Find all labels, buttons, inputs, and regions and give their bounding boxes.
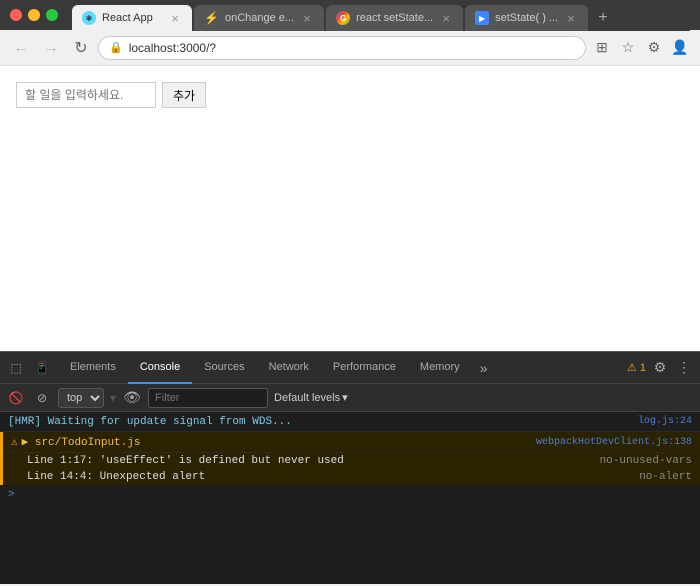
todo-add-button[interactable]: 추가 — [162, 82, 206, 108]
page-content: 추가 — [0, 66, 700, 351]
devtools-device-button[interactable]: 📱 — [30, 356, 54, 380]
console-warning-block: ⚠ ▶ src/TodoInput.js webpackHotDevClient… — [0, 432, 700, 485]
react-tab-icon: ⚛ — [82, 11, 96, 25]
warning-line2-text: Line 14:4: Unexpected alert — [27, 471, 205, 483]
video-tab-icon: ▶ — [475, 11, 489, 25]
console-live-expressions-button[interactable]: 👁 — [122, 388, 142, 408]
bookmark-button[interactable]: ☆ — [616, 36, 640, 60]
warning-detail-line-2: Line 14:4: Unexpected alert no-alert — [3, 469, 700, 485]
nav-actions: ⊞ ☆ ⚙ 👤 — [590, 36, 692, 60]
devtools-panel: ⬚ 📱 Elements Console Sources Network Per… — [0, 351, 700, 584]
warning-file-text: ▶ src/TodoInput.js — [22, 435, 141, 449]
warning-icon: ⚠ — [11, 435, 18, 449]
tab-close-button[interactable]: × — [564, 11, 578, 25]
devtools-sidebar-buttons: ⬚ 📱 — [0, 356, 58, 380]
console-default-levels-button[interactable]: Default levels ▾ — [274, 391, 348, 404]
close-window-button[interactable] — [10, 9, 22, 21]
devtools-tabs: Elements Console Sources Network Perform… — [58, 352, 621, 384]
console-output: [HMR] Waiting for update signal from WDS… — [0, 412, 700, 584]
devtools-tab-memory[interactable]: Memory — [408, 352, 472, 384]
browser-tab-google[interactable]: G react setState... × — [326, 5, 463, 31]
refresh-button[interactable]: ↻ — [68, 35, 94, 61]
console-clear-button[interactable]: 🚫 — [6, 388, 26, 408]
address-lock-icon: 🔒 — [109, 41, 123, 54]
devtools-inspect-button[interactable]: ⬚ — [4, 356, 28, 380]
warning-detail-line-1: Line 1:17: 'useEffect' is defined but ne… — [3, 453, 700, 469]
new-tab-button[interactable]: + — [590, 5, 616, 31]
extensions-button[interactable]: ⚙ — [642, 36, 666, 60]
warning-source[interactable]: webpackHotDevClient.js:138 — [536, 437, 692, 448]
address-bar[interactable]: 🔒 localhost:3000/? — [98, 36, 586, 60]
devtools-more-tabs-button[interactable]: » — [472, 356, 496, 380]
devtools-tab-elements[interactable]: Elements — [58, 352, 128, 384]
tab-label: setState( ) ... — [495, 12, 558, 24]
hmr-log-source[interactable]: log.js:24 — [638, 416, 692, 427]
lightning-tab-icon: ⚡ — [204, 11, 219, 25]
devtools-tabs-bar: ⬚ 📱 Elements Console Sources Network Per… — [0, 352, 700, 384]
todo-input-area: 추가 — [16, 82, 684, 108]
context-separator: ▾ — [110, 391, 116, 405]
chevron-down-icon: ▾ — [342, 391, 348, 404]
address-text: localhost:3000/? — [129, 41, 216, 55]
devtools-tab-sources[interactable]: Sources — [192, 352, 256, 384]
tab-close-button[interactable]: × — [300, 11, 314, 25]
todo-input[interactable] — [16, 82, 156, 108]
forward-button[interactable]: → — [38, 35, 64, 61]
tab-close-button[interactable]: × — [439, 11, 453, 25]
warning-count: 1 — [640, 362, 646, 374]
browser-tab-setstate[interactable]: ▶ setState( ) ... × — [465, 5, 588, 31]
warning-header-line: ⚠ ▶ src/TodoInput.js webpackHotDevClient… — [3, 432, 700, 453]
tab-label: onChange e... — [225, 12, 294, 24]
profile-button[interactable]: 👤 — [668, 36, 692, 60]
translate-button[interactable]: ⊞ — [590, 36, 614, 60]
devtools-right-buttons: ⚠ 1 ⚙ ⋮ — [621, 358, 700, 378]
traffic-lights — [10, 9, 58, 21]
devtools-menu-button[interactable]: ⋮ — [674, 358, 694, 378]
devtools-settings-button[interactable]: ⚙ — [650, 358, 670, 378]
warning-line1-rule: no-unused-vars — [600, 455, 692, 467]
title-bar: ⚛ React App × ⚡ onChange e... × G react … — [0, 0, 700, 30]
console-log-line: [HMR] Waiting for update signal from WDS… — [0, 412, 700, 432]
warning-line2-rule: no-alert — [639, 471, 692, 483]
maximize-window-button[interactable] — [46, 9, 58, 21]
warning-line1-text: Line 1:17: 'useEffect' is defined but ne… — [27, 455, 344, 467]
nav-bar: ← → ↻ 🔒 localhost:3000/? ⊞ ☆ ⚙ 👤 — [0, 30, 700, 66]
console-context-select[interactable]: top — [58, 388, 104, 408]
tab-close-button[interactable]: × — [168, 11, 182, 25]
prompt-arrow-icon: > — [8, 489, 15, 501]
google-tab-icon: G — [336, 11, 350, 25]
console-toolbar: 🚫 ⊘ top ▾ 👁 Default levels ▾ — [0, 384, 700, 412]
browser-tab-react-app[interactable]: ⚛ React App × — [72, 5, 192, 31]
warning-triangle-icon: ⚠ — [627, 361, 637, 374]
back-button[interactable]: ← — [8, 35, 34, 61]
tab-label: React App — [102, 12, 162, 24]
console-filter-input[interactable] — [148, 388, 268, 408]
console-toggle-button[interactable]: ⊘ — [32, 388, 52, 408]
devtools-tab-performance[interactable]: Performance — [321, 352, 408, 384]
tab-label: react setState... — [356, 12, 433, 24]
minimize-window-button[interactable] — [28, 9, 40, 21]
browser-tab-onchange[interactable]: ⚡ onChange e... × — [194, 5, 324, 31]
hmr-log-text: [HMR] Waiting for update signal from WDS… — [8, 416, 292, 428]
warning-badge: ⚠ 1 — [627, 361, 646, 374]
console-prompt-line[interactable]: > — [0, 485, 700, 505]
devtools-tab-console[interactable]: Console — [128, 352, 192, 384]
devtools-tab-network[interactable]: Network — [257, 352, 321, 384]
browser-tabs: ⚛ React App × ⚡ onChange e... × G react … — [72, 0, 690, 31]
